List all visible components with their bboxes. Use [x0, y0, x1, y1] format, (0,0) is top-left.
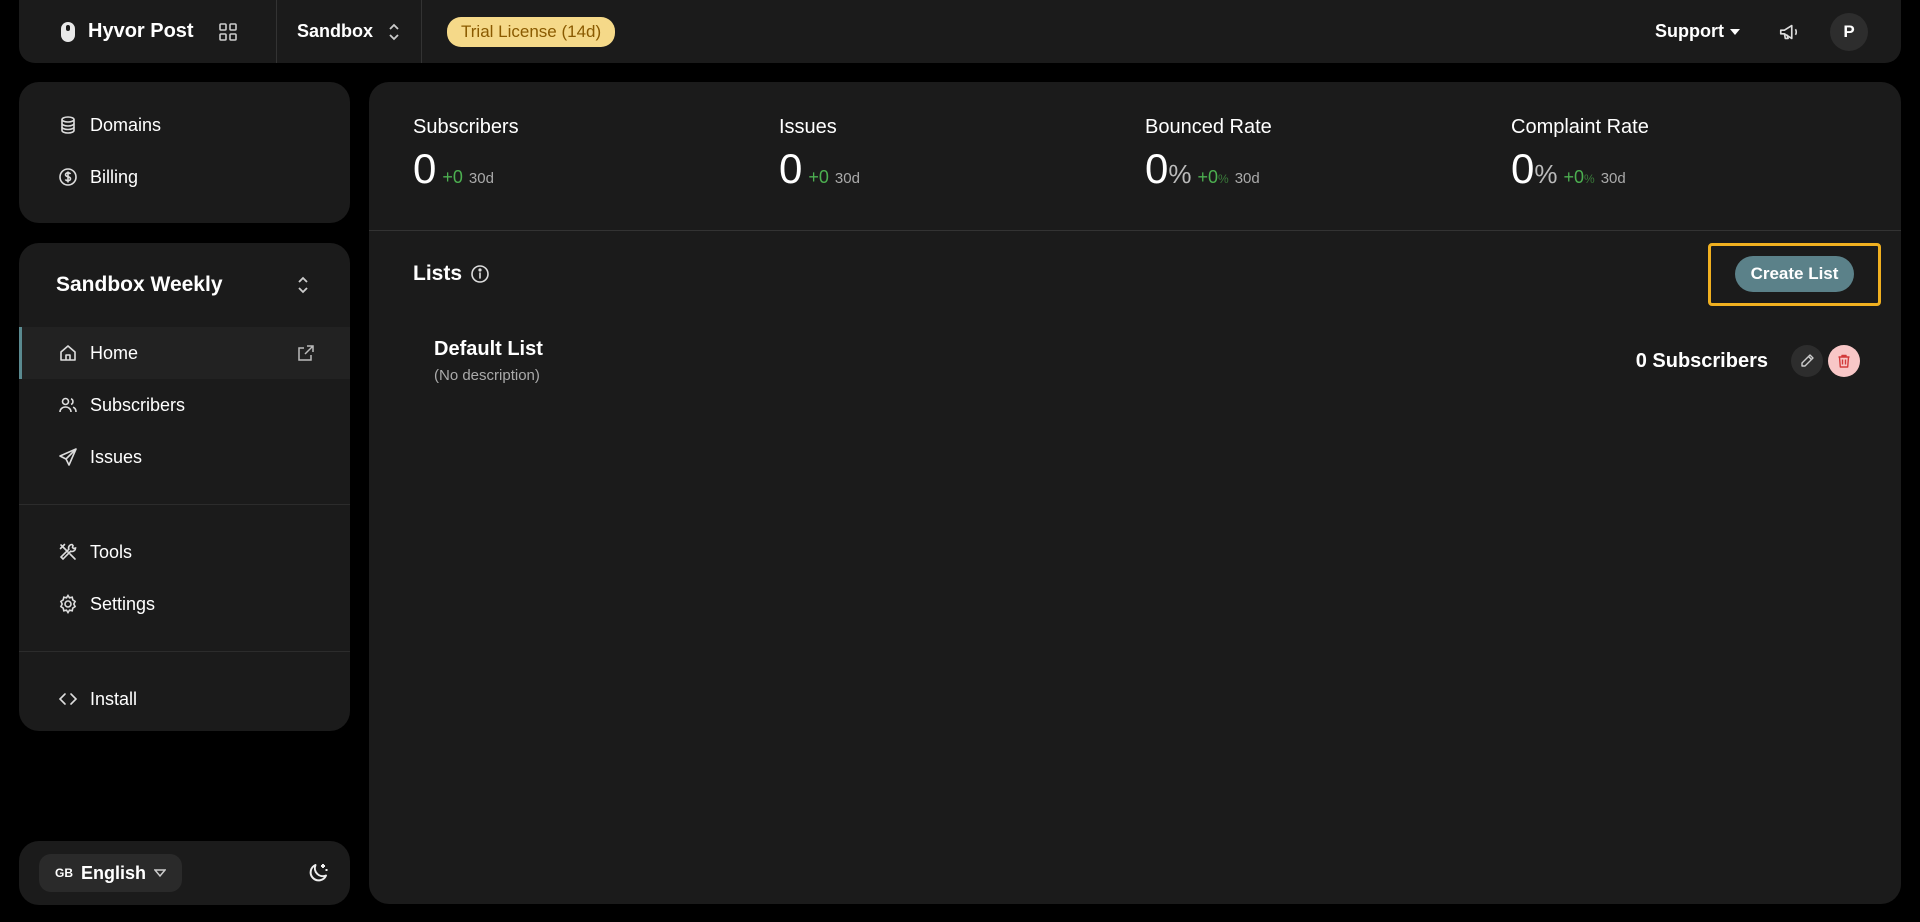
trash-icon: [1838, 354, 1850, 368]
stat-delta: +0: [1563, 167, 1585, 187]
pencil-icon: [1801, 354, 1814, 367]
stat-complaint-rate: Complaint Rate 0 % +0 % 30d: [1511, 82, 1877, 230]
stat-title: Complaint Rate: [1511, 116, 1649, 138]
stat-issues: Issues 0 +0 30d: [779, 82, 1145, 230]
stat-period: 30d: [468, 170, 494, 187]
project-selector[interactable]: Sandbox: [277, 0, 421, 63]
support-label: Support: [1655, 21, 1724, 41]
brand[interactable]: Hyvor Post: [19, 0, 276, 63]
stat-delta: +0: [808, 167, 829, 187]
stat-delta-unit: %: [1218, 172, 1229, 186]
caret-down-icon: [154, 869, 167, 878]
stat-value: 0: [1145, 145, 1169, 192]
stat-period: 30d: [1234, 170, 1260, 187]
stats-row: Subscribers 0 +0 30d Issues 0 +0 30d Bou…: [369, 82, 1901, 231]
database-icon: [61, 116, 75, 134]
stat-delta: +0: [1197, 167, 1219, 187]
newsletter-selector[interactable]: Sandbox Weekly: [19, 243, 350, 327]
stat-period: 30d: [1600, 170, 1626, 187]
newsletter-name: Sandbox Weekly: [56, 273, 223, 296]
stat-value: 0: [413, 145, 437, 192]
user-avatar[interactable]: P: [1830, 12, 1868, 51]
list-subscriber-count: 0 Subscribers: [1635, 349, 1768, 372]
lists-header: Lists Create List: [369, 231, 1901, 317]
sidebar-item-label: Billing: [90, 166, 139, 187]
chevron-up-down-icon: [389, 23, 399, 40]
apps-grid-icon[interactable]: [218, 22, 238, 42]
dollar-coin-icon: [59, 168, 77, 186]
hyvor-logo-icon: [61, 21, 75, 42]
info-icon[interactable]: [470, 264, 490, 284]
stat-unit: %: [1534, 159, 1558, 189]
external-link-icon[interactable]: [297, 344, 315, 362]
newsletter-nav-card: Sandbox Weekly Home Subscribers Issues T…: [19, 243, 350, 731]
org-nav-card: Domains Billing: [19, 82, 350, 223]
stat-subscribers: Subscribers 0 +0 30d: [413, 82, 779, 230]
stat-title: Issues: [779, 116, 837, 138]
topbar-right: Support P: [1655, 12, 1901, 51]
caret-down-icon: [1730, 28, 1740, 35]
list-name: Default List: [434, 338, 543, 360]
sidebar-item-label: Issues: [90, 446, 143, 467]
topbar-divider: [421, 0, 422, 63]
preferences-card: GB English: [19, 841, 350, 905]
sidebar-item-domains[interactable]: Domains: [19, 99, 350, 151]
send-icon: [59, 448, 77, 466]
main-panel: Subscribers 0 +0 30d Issues 0 +0 30d Bou…: [369, 82, 1901, 904]
create-list-button[interactable]: Create List: [1734, 256, 1855, 292]
trial-license-badge[interactable]: Trial License (14d): [447, 16, 616, 47]
support-dropdown[interactable]: Support: [1655, 21, 1740, 42]
stat-value: 0: [1511, 145, 1535, 192]
sidebar-item-label: Home: [90, 342, 139, 363]
users-icon: [59, 397, 77, 413]
sidebar-item-install[interactable]: Install: [19, 673, 350, 725]
stat-value: 0: [779, 145, 803, 192]
stat-unit: %: [1168, 159, 1192, 189]
sidebar-item-label: Tools: [90, 541, 133, 562]
brand-name: Hyvor Post: [88, 20, 194, 42]
sidebar-item-label: Settings: [90, 593, 156, 614]
chevron-up-down-icon: [298, 276, 308, 294]
megaphone-icon[interactable]: [1778, 21, 1800, 43]
stat-bounced-rate: Bounced Rate 0 % +0 % 30d: [1145, 82, 1511, 230]
language-selector[interactable]: GB English: [39, 854, 183, 892]
sidebar-item-label: Subscribers: [90, 394, 186, 415]
list-item[interactable]: Default List (No description) 0 Subscrib…: [369, 317, 1901, 405]
delete-list-button[interactable]: [1828, 345, 1860, 377]
top-bar: Hyvor Post Sandbox Trial License (14d) S…: [19, 0, 1901, 63]
tools-icon: [59, 543, 77, 561]
sidebar-separator: [19, 651, 350, 652]
sidebar-item-settings[interactable]: Settings: [19, 578, 350, 630]
edit-list-button[interactable]: [1791, 345, 1823, 377]
stat-title: Subscribers: [413, 116, 519, 138]
moon-icon[interactable]: [306, 861, 330, 885]
gear-icon: [59, 594, 77, 614]
sidebar-item-home[interactable]: Home: [19, 327, 350, 379]
gb-flag-icon: GB: [55, 866, 73, 880]
project-name: Sandbox: [297, 21, 374, 41]
sidebar-separator: [19, 504, 350, 505]
sidebar-item-billing[interactable]: Billing: [19, 151, 350, 203]
sidebar-item-label: Domains: [90, 114, 162, 135]
list-description: (No description): [434, 367, 540, 384]
lists-title: Lists: [413, 262, 463, 285]
home-icon: [60, 345, 76, 361]
sidebar-item-tools[interactable]: Tools: [19, 526, 350, 578]
sidebar-item-issues[interactable]: Issues: [19, 431, 350, 483]
stat-delta: +0: [442, 167, 463, 187]
stat-title: Bounced Rate: [1145, 116, 1272, 138]
create-list-highlight: Create List: [1708, 242, 1881, 306]
stat-period: 30d: [834, 170, 860, 187]
sidebar-item-label: Install: [90, 688, 138, 709]
code-icon: [58, 693, 78, 705]
sidebar-item-subscribers[interactable]: Subscribers: [19, 379, 350, 431]
stat-delta-unit: %: [1584, 172, 1595, 186]
language-label: English: [81, 862, 147, 883]
